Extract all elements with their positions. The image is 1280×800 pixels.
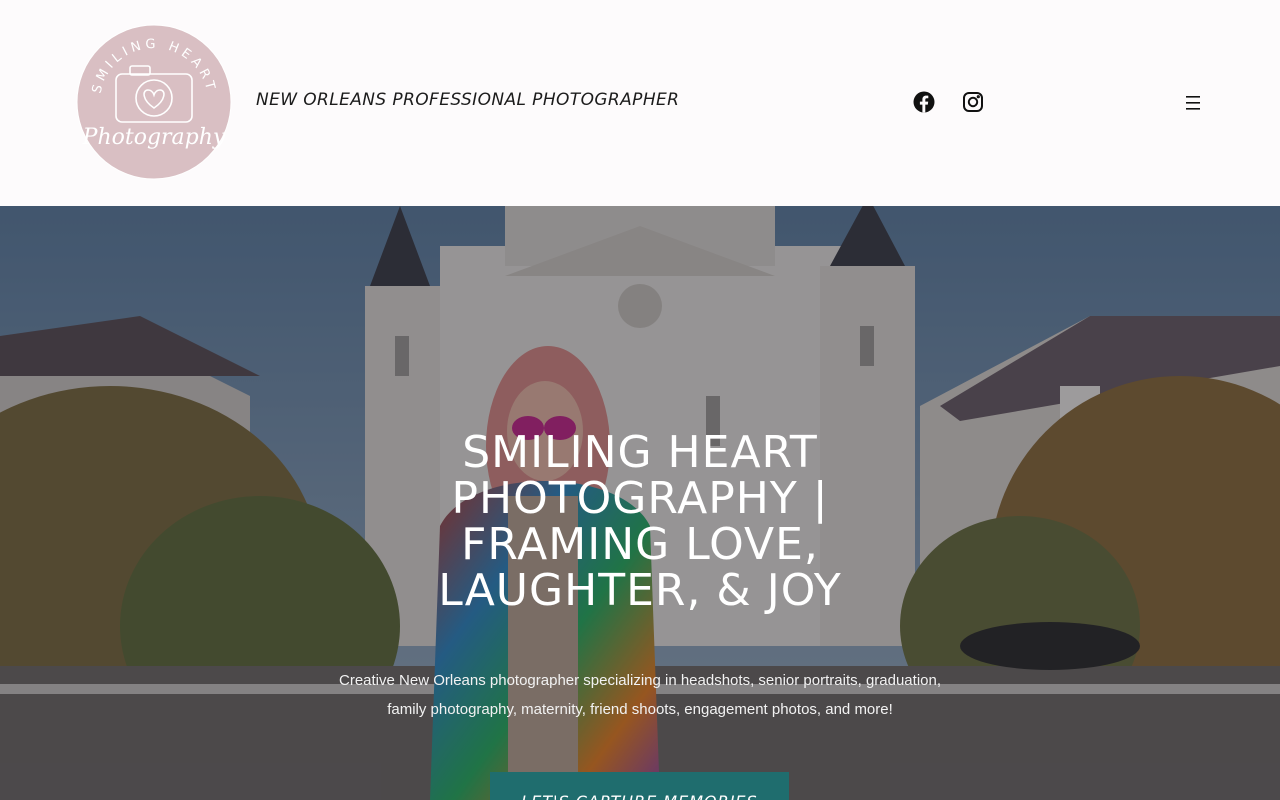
capture-memories-button[interactable]: LET'S CAPTURE MEMORIES [490, 772, 789, 800]
logo-badge: SMILING HEART Photography [76, 24, 232, 180]
hero-title: SMILING HEART PHOTOGRAPHY | FRAMING LOVE… [390, 430, 890, 614]
site-logo[interactable]: SMILING HEART Photography [76, 24, 232, 180]
hamburger-menu-icon [1186, 96, 1200, 110]
hero-section: SMILING HEART PHOTOGRAPHY | FRAMING LOVE… [0, 206, 1280, 800]
hero-description-line: Creative New Orleans photographer specia… [339, 672, 941, 689]
logo-script-text: Photography [82, 125, 226, 150]
hero-title-line: PHOTOGRAPHY | [451, 473, 829, 524]
site-header: SMILING HEART Photography NEW ORLEANS PR… [0, 0, 1280, 206]
hero-title-line: FRAMING LOVE, [461, 519, 819, 570]
hamburger-menu-button[interactable] [1181, 93, 1205, 113]
instagram-icon[interactable] [962, 91, 984, 113]
hero-description-line: family photography, maternity, friend sh… [387, 701, 893, 718]
hero-description: Creative New Orleans photographer specia… [320, 666, 960, 724]
facebook-icon[interactable] [913, 91, 935, 113]
hero-title-line: SMILING HEART [462, 427, 818, 478]
hero-title-line: LAUGHTER, & JOY [438, 565, 842, 616]
site-tagline: NEW ORLEANS PROFESSIONAL PHOTOGRAPHER [256, 90, 680, 110]
